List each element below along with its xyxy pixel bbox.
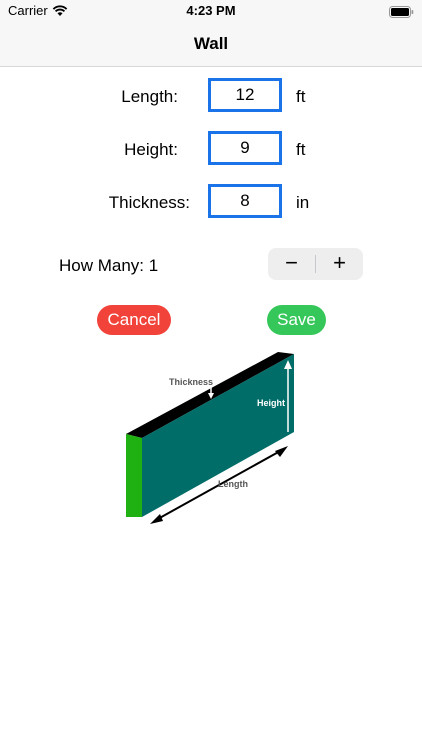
battery-icon bbox=[389, 5, 414, 23]
decrement-button[interactable]: − bbox=[268, 248, 315, 280]
save-button[interactable]: Save bbox=[267, 305, 326, 335]
thickness-field[interactable]: 8 bbox=[208, 184, 282, 218]
wall-diagram: Thickness Height Length bbox=[120, 348, 310, 533]
height-field[interactable]: 9 bbox=[208, 131, 282, 165]
page-title: Wall bbox=[193, 34, 229, 53]
wall-front-face bbox=[142, 354, 294, 517]
length-unit: ft bbox=[296, 87, 306, 106]
height-diagram-label: Height bbox=[257, 398, 285, 408]
status-bar: Carrier 4:23 PM bbox=[0, 0, 422, 22]
length-arrow-end-icon bbox=[275, 446, 288, 457]
increment-button[interactable]: + bbox=[316, 248, 363, 280]
length-arrow-start-icon bbox=[150, 514, 163, 524]
height-unit: ft bbox=[296, 140, 306, 159]
status-time: 4:23 PM bbox=[186, 3, 236, 18]
thickness-diagram-label: Thickness bbox=[169, 377, 213, 387]
length-label: Length: bbox=[121, 87, 178, 106]
cancel-button[interactable]: Cancel bbox=[97, 305, 171, 335]
wall-side-face bbox=[126, 434, 142, 517]
length-diagram-label: Length bbox=[218, 479, 248, 489]
length-field[interactable]: 12 bbox=[208, 78, 282, 112]
how-many-label: How Many: 1 bbox=[59, 256, 159, 275]
navigation-bar: Wall bbox=[0, 22, 422, 67]
thickness-unit: in bbox=[296, 193, 310, 212]
quantity-stepper[interactable]: − + bbox=[268, 248, 363, 280]
height-label: Height: bbox=[124, 140, 178, 159]
thickness-label: Thickness: bbox=[108, 193, 190, 212]
